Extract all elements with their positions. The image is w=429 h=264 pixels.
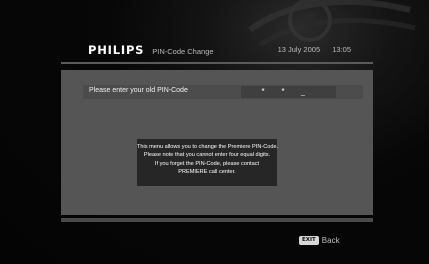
info-message-box: This menu allows you to change the Premi…: [137, 139, 279, 186]
pin-digit-2: *: [281, 87, 285, 96]
old-pin-label: Please enter your old PIN-Code: [89, 87, 188, 94]
old-pin-row[interactable]: Please enter your old PIN-Code * * _: [83, 85, 363, 99]
back-label: Back: [321, 236, 340, 245]
pin-digit-1: *: [261, 87, 265, 96]
message-line: This menu allows you to change the Premi…: [137, 144, 279, 150]
menu-header: PHILIPS PIN-Code Change: [88, 43, 214, 59]
message-line: If you forget the PIN-Code, please conta…: [154, 160, 260, 167]
time-label: 13:05: [332, 45, 351, 54]
pin-entry-field[interactable]: * * _: [241, 86, 336, 98]
date-label: 13 July 2005: [277, 45, 321, 54]
pin-cursor: _: [301, 88, 305, 96]
panel-top-divider: [61, 62, 373, 64]
menu-title: PIN-Code Change: [152, 47, 214, 56]
brand-logo: PHILIPS: [88, 43, 145, 57]
pin-change-panel: Please enter your old PIN-Code * * _ Thi…: [61, 70, 373, 215]
message-line: PREMIERE call center.: [178, 168, 236, 175]
message-line: Please note that you cannot enter four e…: [143, 152, 271, 159]
panel-bottom-divider: [61, 218, 373, 222]
footer-back-hint[interactable]: EXIT Back: [299, 236, 340, 245]
exit-key-icon: EXIT: [299, 236, 319, 245]
date-time: 13 July 2005 13:05: [278, 45, 351, 54]
tv-menu-screen: PHILIPS PIN-Code Change 13 July 2005 13:…: [0, 0, 429, 264]
